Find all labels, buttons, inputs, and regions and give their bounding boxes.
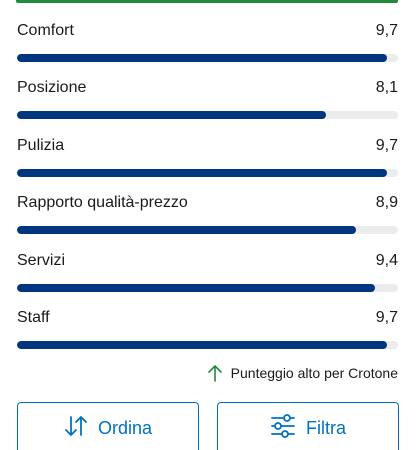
filter-button[interactable]: Filtra	[217, 402, 399, 450]
rating-item-posizione: Posizione 8,1	[17, 75, 398, 132]
rating-list: Comfort 9,7 Posizione 8,1 Pulizia 9,7 Ra…	[17, 18, 398, 362]
rating-bar-track	[17, 340, 398, 349]
rating-bar-fill	[17, 54, 387, 62]
rating-item-servizi: Servizi 9,4	[17, 248, 398, 305]
rating-label: Comfort	[17, 22, 74, 39]
rating-score: 9,4	[375, 251, 398, 269]
rating-score: 9,7	[375, 308, 398, 326]
rating-item-rapporto-qualita-prezzo: Rapporto qualità-prezzo 8,9	[17, 190, 398, 247]
rating-item-comfort: Comfort 9,7	[17, 18, 398, 75]
rating-bar-fill	[17, 340, 387, 349]
high-score-note: Punteggio alto per Crotone	[207, 364, 398, 382]
top-accent-strip	[16, 0, 398, 3]
rating-item-pulizia: Pulizia 9,7	[17, 133, 398, 190]
arrow-up-icon	[207, 364, 223, 382]
sort-button[interactable]: Ordina	[17, 402, 199, 450]
rating-score: 8,1	[375, 79, 398, 97]
rating-bar-track	[17, 168, 398, 177]
rating-label: Rapporto qualità-prezzo	[17, 194, 188, 212]
rating-bar-track	[17, 54, 398, 62]
sliders-icon	[270, 413, 296, 445]
rating-label: Servizi	[17, 251, 66, 269]
filter-button-label: Filtra	[306, 417, 346, 438]
rating-bar-fill	[17, 283, 376, 292]
high-score-note-text: Punteggio alto per Crotone	[230, 365, 398, 381]
rating-item-staff: Staff 9,7	[17, 305, 398, 362]
rating-bar-fill	[17, 168, 387, 177]
rating-score: 9,7	[375, 136, 398, 154]
rating-label: Staff	[17, 308, 50, 326]
rating-bar-track	[17, 283, 398, 292]
sort-arrows-icon	[64, 415, 88, 444]
rating-label: Pulizia	[17, 136, 65, 154]
rating-bar-track	[17, 226, 398, 235]
rating-bar-fill	[17, 111, 326, 120]
rating-bar-fill	[17, 226, 357, 235]
rating-score: 8,9	[375, 194, 398, 212]
rating-label: Posizione	[17, 79, 87, 97]
review-scores-panel: Comfort 9,7 Posizione 8,1 Pulizia 9,7 Ra…	[0, 0, 416, 450]
rating-bar-track	[17, 111, 398, 120]
sort-button-label: Ordina	[97, 417, 153, 438]
rating-score: 9,7	[375, 22, 398, 39]
